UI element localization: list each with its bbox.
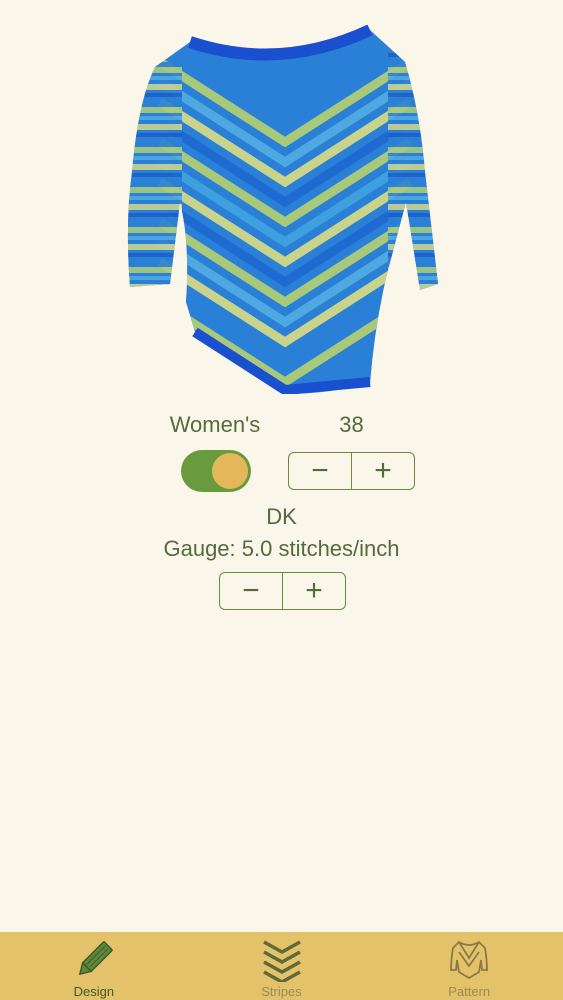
- pencil-icon: [72, 938, 116, 987]
- design-screen: Women's 38 − + DK Gauge: 5.0 stitches/in…: [0, 0, 563, 1000]
- gender-toggle[interactable]: [181, 450, 251, 492]
- chevrons-down-icon: [260, 938, 304, 987]
- size-decrease-button[interactable]: −: [289, 453, 351, 489]
- gauge-label: Gauge: 5.0 stitches/inch: [163, 536, 400, 561]
- tab-pattern-label: Pattern: [448, 984, 491, 999]
- size-stepper[interactable]: − +: [288, 452, 415, 490]
- yarn-weight-label: DK: [266, 504, 297, 529]
- gauge-increase-button[interactable]: +: [282, 573, 345, 609]
- gender-label: Women's: [169, 412, 261, 437]
- tab-stripes[interactable]: Stripes: [188, 932, 376, 1000]
- tab-pattern[interactable]: Pattern: [375, 932, 563, 1000]
- size-row: Women's 38: [0, 408, 563, 444]
- sweater-outline-icon: [449, 938, 489, 985]
- tab-design[interactable]: Design: [0, 932, 188, 1000]
- size-increase-button[interactable]: +: [351, 453, 414, 489]
- size-value: 38: [339, 412, 364, 437]
- toggle-knob: [212, 453, 248, 489]
- gauge-stepper[interactable]: − +: [219, 572, 346, 610]
- gauge-decrease-button[interactable]: −: [220, 573, 282, 609]
- sweater-image: [120, 22, 445, 394]
- tab-bar: Design Stripes Pattern: [0, 932, 563, 1000]
